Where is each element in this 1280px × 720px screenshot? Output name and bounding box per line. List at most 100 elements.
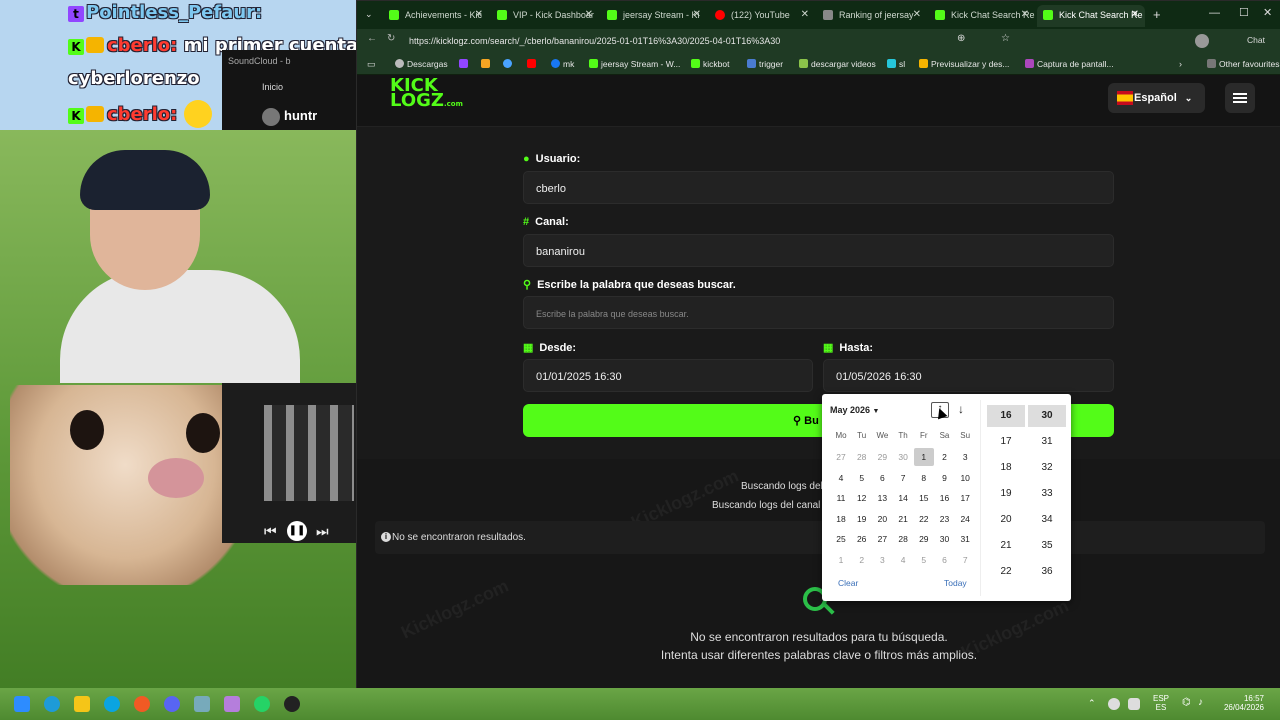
browser-tab[interactable]: Achievements - Kic ✕ <box>383 5 489 27</box>
next-track-icon[interactable]: ⏭ <box>316 523 329 540</box>
calendar-day[interactable]: 1 <box>831 551 851 569</box>
tray-chevron-icon[interactable]: ⌃ <box>1088 698 1096 709</box>
hour-option[interactable]: 16 <box>987 405 1025 427</box>
bookmark-item[interactable]: jeersay Stream - W... <box>589 59 680 69</box>
calendar-day[interactable]: 5 <box>852 469 872 487</box>
calendar-day[interactable]: 5 <box>914 551 934 569</box>
bookmark-item[interactable]: Captura de pantall... <box>1025 59 1114 69</box>
system-clock[interactable]: 16:57 26/04/2026 <box>1212 694 1264 712</box>
new-tab-icon[interactable]: + <box>1153 7 1161 22</box>
calendar-day[interactable]: 23 <box>935 510 955 528</box>
calendar-day[interactable]: 8 <box>914 469 934 487</box>
pause-icon[interactable]: ❚❚ <box>287 521 307 541</box>
app-icon[interactable] <box>224 696 240 712</box>
minute-option[interactable]: 36 <box>1028 561 1066 583</box>
calendar-day[interactable]: 16 <box>935 489 955 507</box>
calendar-day[interactable]: 22 <box>914 510 934 528</box>
calendar-day[interactable]: 4 <box>831 469 851 487</box>
discord-tray-icon[interactable] <box>1108 698 1120 710</box>
favorite-star-icon[interactable]: ☆ <box>1001 33 1010 44</box>
browser-tab[interactable]: jeersay Stream - Ki ✕ <box>601 5 707 27</box>
calendar-day[interactable]: 3 <box>872 551 892 569</box>
calendar-day[interactable]: 31 <box>955 530 975 548</box>
tab-list-chevron-icon[interactable]: ⌄ <box>365 9 373 20</box>
calendar-day[interactable]: 13 <box>872 489 892 507</box>
calendar-day[interactable]: 9 <box>935 469 955 487</box>
bookmark-item[interactable] <box>503 59 515 69</box>
calendar-day[interactable]: 21 <box>893 510 913 528</box>
calendar-day[interactable]: 6 <box>872 469 892 487</box>
calendar-day[interactable]: 29 <box>914 530 934 548</box>
calendar-day[interactable]: 29 <box>872 448 892 466</box>
minimize-icon[interactable]: — <box>1209 7 1220 19</box>
obs-icon[interactable] <box>284 696 300 712</box>
calendar-day[interactable]: 25 <box>831 530 851 548</box>
copilot-chat-label[interactable]: Chat <box>1247 35 1265 45</box>
next-month-arrow-icon[interactable]: ↓ <box>958 402 964 416</box>
calendar-day[interactable]: 2 <box>935 448 955 466</box>
calendar-day[interactable]: 28 <box>852 448 872 466</box>
calendar-day[interactable]: 30 <box>893 448 913 466</box>
minute-option[interactable]: 33 <box>1028 483 1066 505</box>
minute-option[interactable]: 30 <box>1028 405 1066 427</box>
calendar-day[interactable]: 28 <box>893 530 913 548</box>
keyword-input[interactable]: Escribe la palabra que deseas buscar. <box>523 296 1114 329</box>
minute-option[interactable]: 31 <box>1028 431 1066 453</box>
minute-option[interactable]: 32 <box>1028 457 1066 479</box>
hour-option[interactable]: 20 <box>987 509 1025 531</box>
soundcloud-icon[interactable] <box>134 696 150 712</box>
bookmark-item[interactable]: descargar videos <box>799 59 876 69</box>
back-icon[interactable]: ← <box>367 33 377 44</box>
bookmark-item[interactable] <box>527 59 539 69</box>
from-date-input[interactable]: 01/01/2025 16:30 <box>523 359 813 392</box>
windows-start-icon[interactable] <box>14 696 30 712</box>
whatsapp-icon[interactable] <box>254 696 270 712</box>
sidebar-toggle-icon[interactable]: ▭ <box>367 59 376 70</box>
browser-tab[interactable]: (122) YouTube ✕ <box>709 5 815 27</box>
input-language[interactable]: ESP ES <box>1152 694 1170 712</box>
bookmark-item[interactable] <box>481 59 493 69</box>
calendar-day[interactable]: 11 <box>831 489 851 507</box>
calendar-day[interactable]: 1 <box>913 448 934 466</box>
calendar-day[interactable]: 2 <box>852 551 872 569</box>
hour-option[interactable]: 21 <box>987 535 1025 557</box>
bookmark-item[interactable]: kickbot <box>691 59 729 69</box>
user-input[interactable]: cberlo <box>523 171 1114 204</box>
kicklogz-logo[interactable]: KICK LOGZ.com <box>390 77 463 112</box>
calendar-day[interactable]: 14 <box>893 489 913 507</box>
calendar-day[interactable]: 7 <box>955 551 975 569</box>
calendar-day[interactable]: 26 <box>852 530 872 548</box>
calendar-day[interactable]: 3 <box>955 448 975 466</box>
bookmark-item[interactable]: trigger <box>747 59 783 69</box>
hour-option[interactable]: 17 <box>987 431 1025 453</box>
calendar-day[interactable]: 24 <box>955 510 975 528</box>
channel-input[interactable]: bananirou <box>523 234 1114 267</box>
browser-tab-active[interactable]: Kick Chat Search Re ✕ <box>1037 5 1145 27</box>
calendar-day[interactable]: 27 <box>831 448 851 466</box>
maximize-icon[interactable]: ☐ <box>1239 6 1249 19</box>
hour-option[interactable]: 22 <box>987 561 1025 583</box>
edge-icon[interactable] <box>44 696 60 712</box>
previous-track-icon[interactable]: ⏮ <box>264 523 277 540</box>
hour-option[interactable]: 18 <box>987 457 1025 479</box>
browser-tab[interactable]: Kick Chat Search Re ✕ <box>929 5 1035 27</box>
calendar-day[interactable]: 7 <box>893 469 913 487</box>
profile-avatar[interactable] <box>1195 34 1209 48</box>
calendar-day[interactable]: 20 <box>872 510 892 528</box>
discord-icon[interactable] <box>164 696 180 712</box>
url-field[interactable]: https://kicklogz.com/search/_/cberlo/ban… <box>409 32 969 50</box>
refresh-icon[interactable]: ↻ <box>387 33 395 44</box>
to-date-input[interactable]: 01/05/2026 16:30 <box>823 359 1114 392</box>
calendar-day[interactable]: 15 <box>914 489 934 507</box>
clear-button[interactable]: Clear <box>838 578 858 588</box>
edge-browser-icon[interactable] <box>104 696 120 712</box>
volume-icon[interactable]: ♪ <box>1198 697 1203 708</box>
calendar-day[interactable]: 27 <box>872 530 892 548</box>
bookmark-item[interactable] <box>459 59 471 69</box>
hour-option[interactable]: 19 <box>987 483 1025 505</box>
today-button[interactable]: Today <box>944 578 967 588</box>
calendar-day[interactable]: 12 <box>852 489 872 507</box>
calendar-day[interactable]: 4 <box>893 551 913 569</box>
calendar-day[interactable]: 6 <box>935 551 955 569</box>
other-favourites[interactable]: Other favourites <box>1207 59 1279 69</box>
